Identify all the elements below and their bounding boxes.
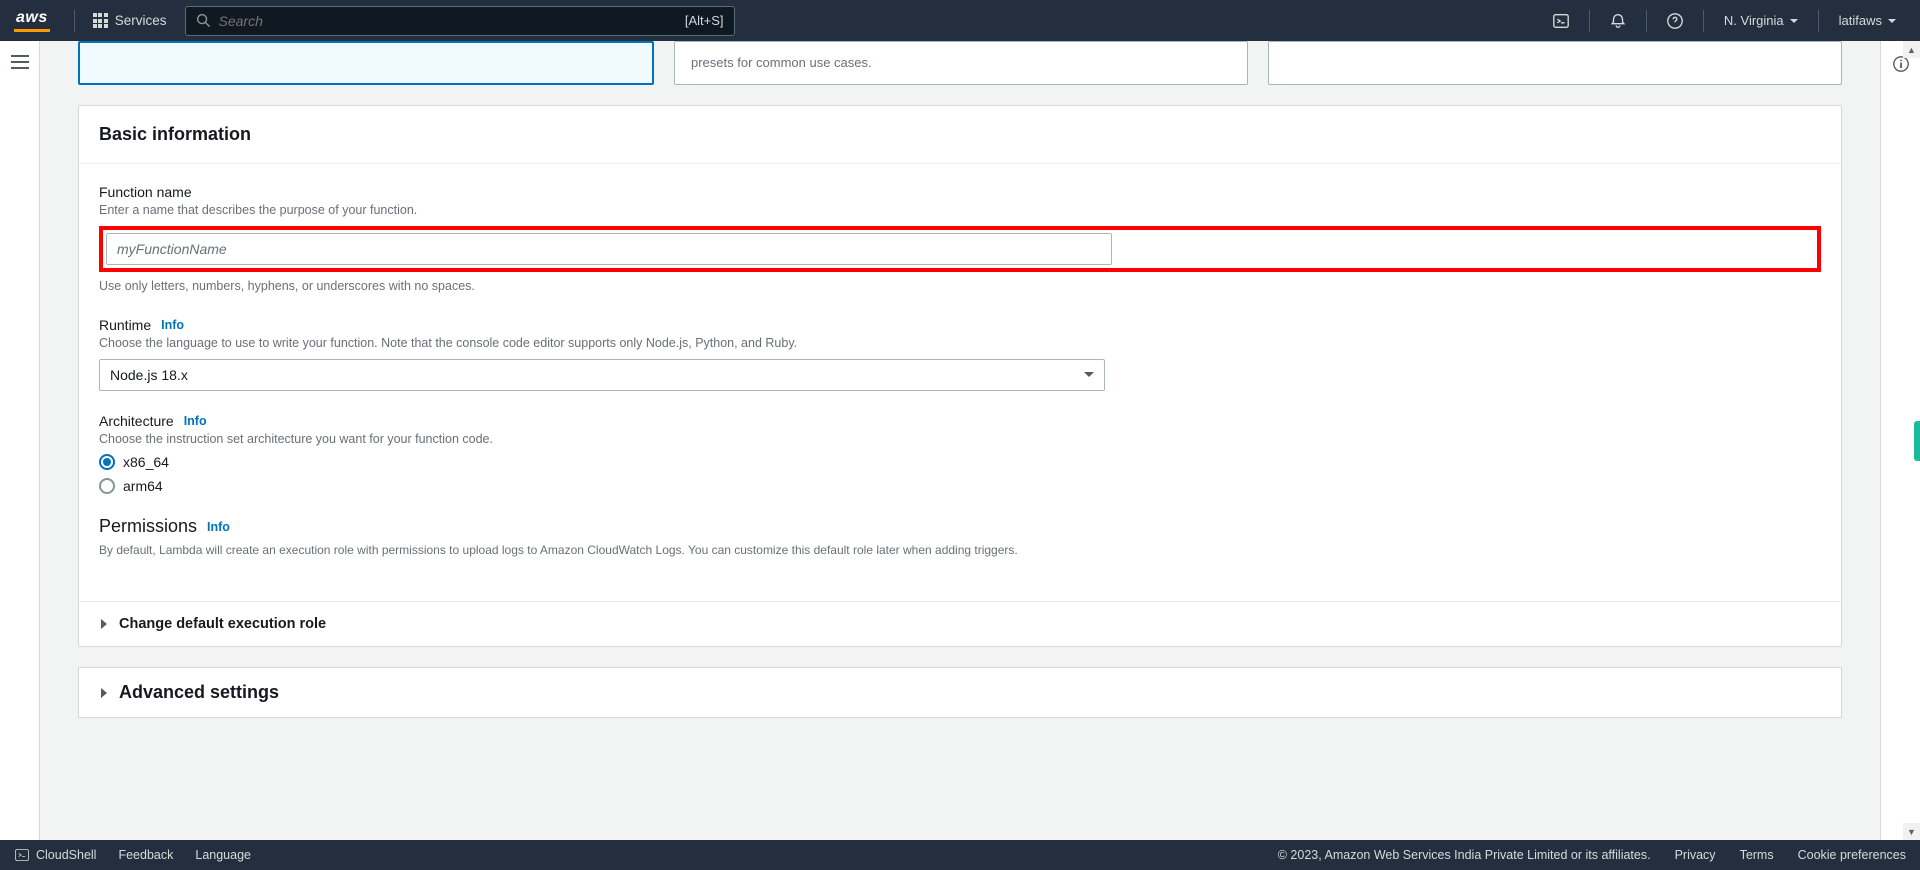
search-shortcut: [Alt+S] xyxy=(685,13,724,28)
runtime-select[interactable]: Node.js 18.x xyxy=(99,359,1105,391)
region-selector[interactable]: N. Virginia xyxy=(1714,13,1808,28)
scroll-up[interactable]: ▲ xyxy=(1903,41,1920,58)
cloudshell-label: CloudShell xyxy=(36,848,96,862)
nav-divider xyxy=(1818,10,1819,32)
advanced-panel: Advanced settings xyxy=(78,667,1842,718)
function-name-hint: Enter a name that describes the purpose … xyxy=(99,202,1821,220)
option-blueprint[interactable]: presets for common use cases. xyxy=(674,41,1248,85)
runtime-info-link[interactable]: Info xyxy=(161,318,184,332)
copyright: © 2023, Amazon Web Services India Privat… xyxy=(1278,848,1651,862)
advanced-label: Advanced settings xyxy=(119,682,279,703)
cloudshell-icon[interactable] xyxy=(1543,3,1579,39)
advanced-settings-toggle[interactable]: Advanced settings xyxy=(79,668,1841,717)
nav-divider xyxy=(1646,10,1647,32)
arch-option-1: arm64 xyxy=(123,478,163,494)
runtime-value: Node.js 18.x xyxy=(110,367,188,383)
arch-radio-arm64[interactable]: arm64 xyxy=(99,478,1821,494)
nav-right: N. Virginia latifaws xyxy=(1543,3,1906,39)
arch-option-0: x86_64 xyxy=(123,454,169,470)
cookies-link[interactable]: Cookie preferences xyxy=(1798,848,1906,862)
left-rail xyxy=(0,41,40,840)
nav-divider xyxy=(1589,10,1590,32)
privacy-link[interactable]: Privacy xyxy=(1675,848,1716,862)
main-content: presets for common use cases. Basic info… xyxy=(40,41,1880,840)
caret-right-icon xyxy=(99,688,109,698)
bell-icon[interactable] xyxy=(1600,3,1636,39)
feedback-label: Feedback xyxy=(118,848,173,862)
region-label: N. Virginia xyxy=(1724,13,1784,28)
aws-logo[interactable]: aws xyxy=(14,9,50,32)
function-name-group: Function name Enter a name that describe… xyxy=(99,184,1821,295)
footer-feedback[interactable]: Feedback xyxy=(118,848,173,862)
change-role-label: Change default execution role xyxy=(119,616,326,632)
grid-icon xyxy=(93,13,108,28)
runtime-hint: Choose the language to use to write your… xyxy=(99,335,1821,353)
chevron-down-icon xyxy=(1790,17,1798,25)
architecture-info-link[interactable]: Info xyxy=(184,414,207,428)
creation-options: presets for common use cases. xyxy=(78,41,1842,85)
permissions-hint: By default, Lambda will create an execut… xyxy=(99,541,1821,559)
permissions-label: Permissions xyxy=(99,516,197,537)
architecture-hint: Choose the instruction set architecture … xyxy=(99,431,1821,449)
account-menu[interactable]: latifaws xyxy=(1829,13,1906,28)
function-name-label: Function name xyxy=(99,184,1821,200)
nav-divider xyxy=(1703,10,1704,32)
function-name-constraint: Use only letters, numbers, hyphens, or u… xyxy=(99,278,1821,296)
cloudshell-icon xyxy=(14,847,30,863)
option-author-scratch[interactable] xyxy=(78,41,654,85)
user-label: latifaws xyxy=(1839,13,1882,28)
basic-info-panel: Basic information Function name Enter a … xyxy=(78,105,1842,647)
terms-link[interactable]: Terms xyxy=(1740,848,1774,862)
change-execution-role[interactable]: Change default execution role xyxy=(79,601,1841,646)
runtime-group: Runtime Info Choose the language to use … xyxy=(99,317,1821,391)
services-menu[interactable]: Services xyxy=(85,7,175,34)
footer-cloudshell[interactable]: CloudShell xyxy=(14,847,96,863)
help-icon[interactable] xyxy=(1657,3,1693,39)
architecture-label: Architecture xyxy=(99,413,174,429)
architecture-group: Architecture Info Choose the instruction… xyxy=(99,413,1821,495)
option-container[interactable] xyxy=(1268,41,1842,85)
footer: CloudShell Feedback Language © 2023, Ama… xyxy=(0,840,1920,870)
chevron-down-icon xyxy=(1084,370,1094,380)
radio-icon xyxy=(99,454,115,470)
radio-icon xyxy=(99,478,115,494)
nav-divider xyxy=(74,10,75,32)
caret-right-icon xyxy=(99,619,109,629)
arch-radio-x86[interactable]: x86_64 xyxy=(99,454,1821,470)
runtime-label: Runtime xyxy=(99,317,151,333)
permissions-group: Permissions Info By default, Lambda will… xyxy=(99,516,1821,559)
highlight-box xyxy=(99,226,1821,272)
search-icon xyxy=(196,13,211,28)
search-box[interactable]: [Alt+S] xyxy=(185,6,735,36)
footer-language[interactable]: Language xyxy=(195,848,251,862)
services-label: Services xyxy=(115,13,167,28)
hamburger-icon[interactable] xyxy=(11,55,29,69)
option-desc: presets for common use cases. xyxy=(691,54,1231,72)
function-name-input[interactable] xyxy=(106,233,1112,265)
language-label: Language xyxy=(195,848,251,862)
chevron-down-icon xyxy=(1888,17,1896,25)
basic-info-heading: Basic information xyxy=(99,124,1821,145)
permissions-info-link[interactable]: Info xyxy=(207,520,230,534)
search-input[interactable] xyxy=(219,13,685,29)
panel-header: Basic information xyxy=(79,106,1841,164)
side-handle[interactable] xyxy=(1914,421,1920,461)
scroll-down[interactable]: ▼ xyxy=(1903,823,1920,840)
top-nav: aws Services [Alt+S] N. Virginia latifaw… xyxy=(0,0,1920,41)
